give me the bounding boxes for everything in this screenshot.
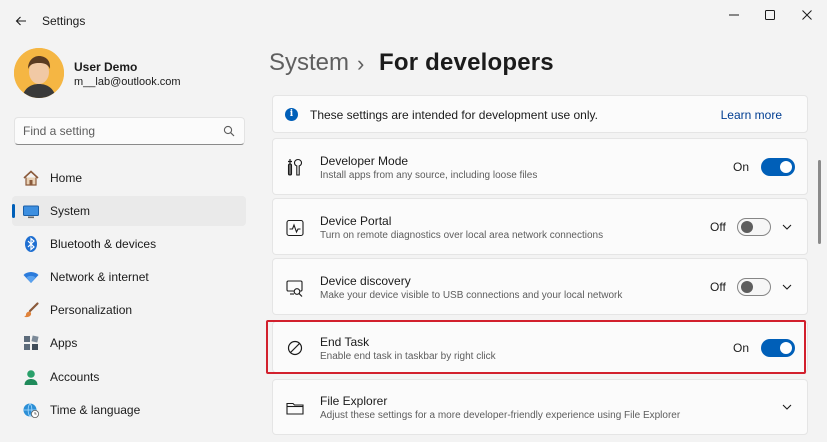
nav-label-time-language: Time & language (50, 403, 141, 417)
maximize-icon (765, 10, 775, 20)
toggle-state-label: Off (710, 220, 726, 234)
setting-description: Adjust these settings for a more develop… (320, 410, 681, 421)
maximize-button[interactable] (752, 4, 788, 26)
nav-label-personalization: Personalization (50, 303, 133, 317)
user-name: User Demo (74, 60, 138, 74)
chevron-down-icon[interactable] (781, 281, 793, 293)
info-banner: i These settings are intended for develo… (272, 95, 808, 133)
selection-indicator (12, 204, 15, 218)
developer-mode-toggle[interactable] (761, 158, 795, 176)
setting-description: Turn on remote diagnostics over local ar… (320, 230, 604, 241)
nav-item-accounts[interactable]: Accounts (12, 362, 246, 392)
setting-card-device-portal[interactable]: Device Portal Turn on remote diagnostics… (272, 198, 808, 255)
nav-label-accounts: Accounts (50, 370, 100, 384)
nav-item-apps[interactable]: Apps (12, 328, 246, 358)
user-avatar-icon (14, 48, 64, 98)
setting-card-developer-mode: Developer Mode Install apps from any sou… (272, 138, 808, 195)
search-input[interactable] (23, 123, 218, 139)
nav-label-bluetooth: Bluetooth & devices (50, 237, 157, 251)
toggle-state-label: On (733, 341, 750, 355)
setting-title: File Explorer (320, 394, 388, 408)
toggle-state-label: On (733, 160, 750, 174)
back-button[interactable] (8, 8, 34, 34)
arrow-left-icon (15, 16, 26, 26)
info-icon: i (285, 108, 298, 121)
app-title: Settings (42, 14, 86, 28)
device-discovery-icon (286, 280, 303, 297)
end-task-toggle[interactable] (761, 339, 795, 357)
avatar[interactable] (14, 48, 64, 98)
device-discovery-toggle[interactable] (737, 278, 771, 296)
nav-label-home: Home (50, 171, 83, 185)
chevron-down-icon[interactable] (781, 401, 793, 413)
setting-card-device-discovery[interactable]: Device discovery Make your device visibl… (272, 258, 808, 315)
device-portal-toggle[interactable] (737, 218, 771, 236)
setting-card-file-explorer[interactable]: File Explorer Adjust these settings for … (272, 379, 808, 435)
folder-icon (286, 402, 304, 415)
search-icon[interactable] (223, 125, 235, 137)
setting-card-end-task: End Task Enable end task in taskbar by r… (272, 321, 808, 373)
wifi-icon (23, 272, 39, 283)
breadcrumb-parent[interactable]: System (269, 49, 349, 77)
block-icon (287, 340, 303, 356)
nav-item-personalization[interactable]: Personalization (12, 295, 246, 325)
setting-description: Make your device visible to USB connecti… (320, 290, 623, 301)
nav-label-network: Network & internet (50, 270, 149, 284)
nav-item-home[interactable]: Home (12, 163, 246, 193)
info-banner-text: These settings are intended for developm… (310, 108, 598, 122)
toggle-state-label: Off (710, 280, 726, 294)
user-email: m__lab@outlook.com (74, 76, 181, 88)
setting-title: End Task (320, 335, 370, 349)
bluetooth-icon (25, 236, 37, 252)
brush-icon (24, 302, 39, 318)
nav-label-apps: Apps (50, 336, 78, 350)
setting-description: Enable end task in taskbar by right clic… (320, 351, 496, 362)
setting-title: Developer Mode (320, 154, 409, 168)
system-display-icon (23, 205, 39, 219)
breadcrumb-separator: › (357, 51, 365, 76)
person-icon (24, 370, 38, 385)
toggle-knob (741, 281, 753, 293)
nav-label-system: System (50, 204, 91, 218)
setting-title: Device Portal (320, 214, 392, 228)
close-button[interactable] (789, 4, 825, 26)
setting-description: Install apps from any source, including … (320, 170, 538, 181)
minimize-icon (729, 14, 739, 16)
nav-item-system[interactable]: System (12, 196, 246, 226)
toggle-knob (741, 221, 753, 233)
home-icon (23, 170, 39, 186)
globe-clock-icon (23, 403, 39, 418)
minimize-button[interactable] (716, 4, 752, 26)
scrollbar[interactable] (818, 160, 821, 244)
developer-tools-icon (287, 158, 303, 176)
device-portal-icon (286, 219, 304, 237)
setting-title: Device discovery (320, 274, 411, 288)
search-box[interactable] (14, 117, 245, 145)
learn-more-link[interactable]: Learn more (721, 108, 782, 122)
apps-icon (24, 335, 39, 350)
page-title: For developers (379, 49, 554, 76)
chevron-down-icon[interactable] (781, 221, 793, 233)
nav-item-bluetooth[interactable]: Bluetooth & devices (12, 229, 246, 259)
toggle-knob (780, 342, 792, 354)
nav-item-network[interactable]: Network & internet (12, 262, 246, 292)
nav-item-time-language[interactable]: Time & language (12, 395, 246, 425)
title-bar: Settings (0, 0, 827, 40)
toggle-knob (780, 161, 792, 173)
close-icon (802, 10, 812, 20)
